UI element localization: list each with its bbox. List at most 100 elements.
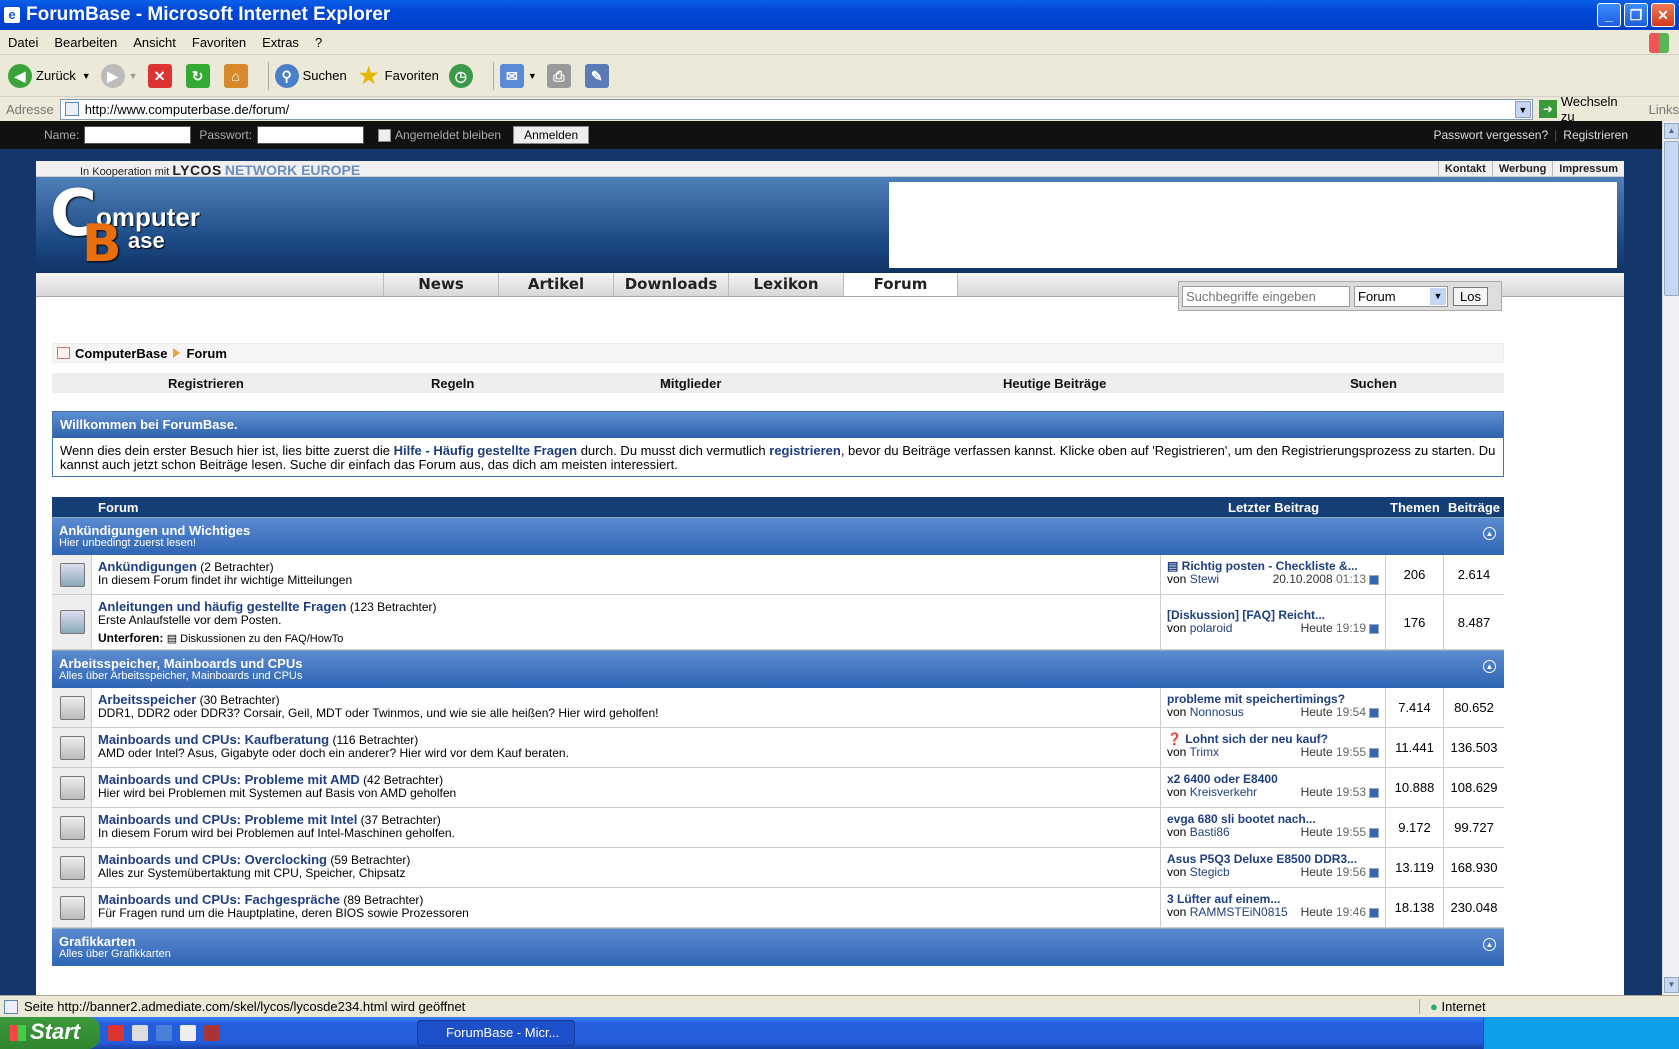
quicklaunch-icon[interactable] xyxy=(108,1025,124,1041)
forum-title-link[interactable]: Mainboards und CPUs: Overclocking xyxy=(98,852,327,867)
tab-artikel[interactable]: Artikel xyxy=(498,273,613,296)
goto-last-post-icon[interactable] xyxy=(1369,787,1379,798)
goto-last-post-icon[interactable] xyxy=(1369,867,1379,878)
goto-last-post-icon[interactable] xyxy=(1369,747,1379,758)
search-button[interactable]: ⚲ Suchen xyxy=(274,63,347,88)
category-header[interactable]: Grafikkarten Alles über Grafikkarten ▲ xyxy=(52,928,1504,966)
minimize-button[interactable]: _ xyxy=(1597,3,1621,27)
start-button[interactable]: Start xyxy=(0,1017,100,1049)
computerbase-logo[interactable]: C omputer B ase xyxy=(50,182,200,270)
collapse-icon[interactable]: ▲ xyxy=(1483,660,1496,673)
goto-last-post-icon[interactable] xyxy=(1369,827,1379,838)
taskbar-item-ie[interactable]: ForumBase - Micr... xyxy=(417,1020,575,1046)
goto-last-post-icon[interactable] xyxy=(1369,623,1379,634)
forum-title-link[interactable]: Mainboards und CPUs: Fachgespräche xyxy=(98,892,340,907)
forum-title-link[interactable]: Mainboards und CPUs: Probleme mit Intel xyxy=(98,812,357,827)
forum-title-link[interactable]: Arbeitsspeicher xyxy=(98,692,196,707)
address-input[interactable]: http://www.computerbase.de/forum/ ▼ xyxy=(59,98,1533,120)
last-post-user[interactable]: Basti86 xyxy=(1190,825,1230,839)
forgot-password-link[interactable]: Passwort vergessen? xyxy=(1433,128,1548,142)
goto-last-post-icon[interactable] xyxy=(1369,707,1379,718)
mail-dropdown-icon[interactable]: ▼ xyxy=(528,71,537,81)
forum-title-link[interactable]: Anleitungen und häufig gestellte Fragen xyxy=(98,599,346,614)
collapse-icon[interactable]: ▲ xyxy=(1483,527,1496,540)
forward-button[interactable]: ▶ ▼ xyxy=(100,63,138,88)
links-button[interactable]: Links xyxy=(1649,102,1679,117)
last-post-user[interactable]: Stewi xyxy=(1190,572,1219,586)
scroll-up-icon[interactable]: ▲ xyxy=(1664,123,1679,139)
favorites-button[interactable]: ★ Favoriten xyxy=(357,63,439,88)
refresh-button[interactable]: ↻ xyxy=(185,63,214,88)
last-post-user[interactable]: Nonnosus xyxy=(1190,705,1244,719)
mail-button[interactable]: ✉ ▼ xyxy=(499,63,537,88)
tab-lexikon[interactable]: Lexikon xyxy=(728,273,843,296)
subnav-todays-posts[interactable]: Heutige Beiträge xyxy=(1003,376,1106,391)
go-button[interactable]: ➜ Wechseln zu xyxy=(1538,94,1635,124)
forward-dropdown-icon[interactable]: ▼ xyxy=(129,71,138,81)
quicklaunch-icon[interactable] xyxy=(180,1025,196,1041)
close-button[interactable]: ✕ xyxy=(1651,3,1675,27)
menu-favoriten[interactable]: Favoriten xyxy=(192,35,246,50)
tab-downloads[interactable]: Downloads xyxy=(613,273,728,296)
quicklaunch-icon[interactable] xyxy=(132,1025,148,1041)
login-button[interactable]: Anmelden xyxy=(513,126,590,144)
print-button[interactable]: ⎙ xyxy=(546,63,575,88)
remember-checkbox[interactable] xyxy=(378,128,392,142)
ad-banner[interactable] xyxy=(889,182,1617,268)
quicklaunch-icon[interactable] xyxy=(204,1025,220,1041)
menu-ansicht[interactable]: Ansicht xyxy=(133,35,176,50)
menu-extras[interactable]: Extras xyxy=(262,35,299,50)
forum-title-link[interactable]: Mainboards und CPUs: Kaufberatung xyxy=(98,732,329,747)
contact-link[interactable]: Kontakt xyxy=(1437,161,1492,177)
menu-datei[interactable]: Datei xyxy=(8,35,38,50)
password-input[interactable] xyxy=(257,126,365,144)
register-link[interactable]: Registrieren xyxy=(1563,128,1628,142)
stop-button[interactable]: ✕ xyxy=(147,63,176,88)
forum-row: Mainboards und CPUs: Probleme mit AMD (4… xyxy=(52,768,1504,808)
breadcrumb-home[interactable]: ComputerBase xyxy=(75,346,167,361)
name-input[interactable] xyxy=(84,126,192,144)
back-button[interactable]: ◀ Zurück ▼ xyxy=(8,63,91,88)
subnav-members[interactable]: Mitglieder xyxy=(660,376,721,391)
goto-last-post-icon[interactable] xyxy=(1369,574,1379,585)
collapse-icon[interactable]: ▲ xyxy=(1483,938,1496,951)
imprint-link[interactable]: Impressum xyxy=(1552,161,1624,177)
maximize-button[interactable]: ❐ xyxy=(1624,3,1648,27)
last-post-user[interactable]: Stegicb xyxy=(1190,865,1230,879)
subnav-rules[interactable]: Regeln xyxy=(431,376,474,391)
forum-title-link[interactable]: Ankündigungen xyxy=(98,559,197,574)
last-post-user[interactable]: Trimx xyxy=(1189,745,1219,759)
search-scope-select[interactable]: Forum ▼ xyxy=(1354,285,1448,307)
home-button[interactable]: ⌂ xyxy=(223,63,252,88)
scroll-down-icon[interactable]: ▼ xyxy=(1664,977,1679,993)
subforum-link[interactable]: ▤ Diskussionen zu den FAQ/HowTo xyxy=(167,633,344,645)
goto-last-post-icon[interactable] xyxy=(1369,907,1379,918)
window-title-bar[interactable]: e ForumBase - Microsoft Internet Explore… xyxy=(0,0,1679,30)
breadcrumb-forum[interactable]: Forum xyxy=(186,346,226,361)
edit-button[interactable]: ✎ xyxy=(584,63,613,88)
subnav-search[interactable]: Suchen xyxy=(1350,376,1397,391)
menu-help[interactable]: ? xyxy=(315,35,322,50)
last-post-user[interactable]: RAMMSTEiN0815 xyxy=(1190,905,1288,919)
address-dropdown-icon[interactable]: ▼ xyxy=(1514,100,1531,118)
last-post-user[interactable]: polaroid xyxy=(1190,621,1233,635)
menu-bearbeiten[interactable]: Bearbeiten xyxy=(54,35,117,50)
lycos-banner[interactable]: In Kooperation mit LYCOS NETWORK EUROPE xyxy=(80,162,360,178)
scroll-thumb[interactable] xyxy=(1664,141,1679,296)
forum-title-link[interactable]: Mainboards und CPUs: Probleme mit AMD xyxy=(98,772,360,787)
last-post-user[interactable]: Kreisverkehr xyxy=(1190,785,1257,799)
tab-forum[interactable]: Forum xyxy=(843,273,958,296)
category-header[interactable]: Ankündigungen und Wichtiges Hier unbedin… xyxy=(52,517,1504,555)
tab-news[interactable]: News xyxy=(383,273,498,296)
advertising-link[interactable]: Werbung xyxy=(1491,161,1552,177)
vertical-scrollbar[interactable]: ▲ ▼ xyxy=(1662,121,1679,995)
faq-link[interactable]: Hilfe - Häufig gestellte Fragen xyxy=(394,443,577,458)
category-header[interactable]: Arbeitsspeicher, Mainboards und CPUs All… xyxy=(52,650,1504,688)
quicklaunch-ie-icon[interactable] xyxy=(156,1025,172,1041)
register-inline-link[interactable]: registrieren xyxy=(769,443,841,458)
history-button[interactable]: ◷ xyxy=(448,63,477,88)
back-dropdown-icon[interactable]: ▼ xyxy=(82,71,91,81)
search-input[interactable] xyxy=(1182,285,1350,307)
subnav-register[interactable]: Registrieren xyxy=(168,376,244,391)
search-go-button[interactable]: Los xyxy=(1453,286,1488,306)
